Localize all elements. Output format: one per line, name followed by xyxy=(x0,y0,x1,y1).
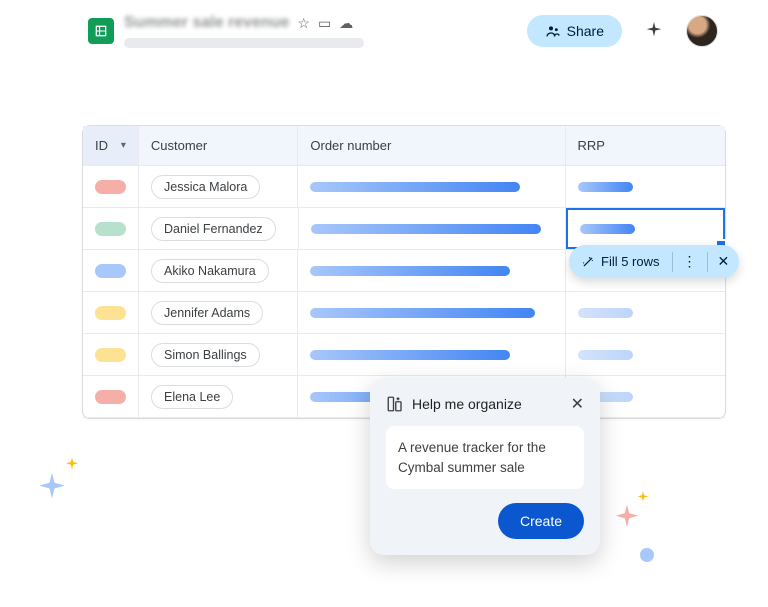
header-rrp[interactable]: RRP xyxy=(566,126,726,165)
cell-rrp[interactable] xyxy=(566,208,725,249)
header-row: ID ▾ Customer Order number RRP xyxy=(83,126,725,166)
table-row: Simon Ballings xyxy=(83,334,725,376)
customer-chip[interactable]: Daniel Fernandez xyxy=(151,217,276,241)
order-value-bar xyxy=(311,224,541,234)
id-pill xyxy=(95,348,126,362)
selected-cell[interactable] xyxy=(566,208,725,249)
decorative-sparkle-icon xyxy=(612,502,642,532)
title-area: Summer sale revenue ☆ ▭ ☁ xyxy=(124,14,517,48)
folder-icon[interactable]: ▭ xyxy=(318,15,331,32)
app-sheets-icon xyxy=(88,18,114,44)
top-bar: Summer sale revenue ☆ ▭ ☁ Share xyxy=(0,0,768,56)
cell-id[interactable] xyxy=(83,376,139,417)
filter-icon[interactable]: ▾ xyxy=(121,140,126,151)
people-icon xyxy=(545,23,561,39)
cell-rrp[interactable] xyxy=(566,292,725,333)
order-value-bar xyxy=(310,350,510,360)
table-row: Jennifer Adams xyxy=(83,292,725,334)
cell-customer[interactable]: Elena Lee xyxy=(139,376,298,417)
customer-chip[interactable]: Akiko Nakamura xyxy=(151,259,269,283)
id-pill xyxy=(95,180,126,194)
id-pill xyxy=(95,264,126,278)
document-title[interactable]: Summer sale revenue xyxy=(124,14,289,32)
cell-customer[interactable]: Akiko Nakamura xyxy=(139,250,298,291)
cell-rrp[interactable] xyxy=(566,166,725,207)
organize-icon xyxy=(386,395,404,413)
gemini-sparkle-icon[interactable] xyxy=(638,15,670,47)
cell-customer[interactable]: Jennifer Adams xyxy=(139,292,298,333)
id-pill xyxy=(95,306,126,320)
cell-id[interactable] xyxy=(83,292,139,333)
order-value-bar xyxy=(310,308,535,318)
fill-rows-label: Fill 5 rows xyxy=(601,254,660,269)
rrp-value-bar xyxy=(578,350,633,360)
cell-rrp[interactable] xyxy=(566,334,725,375)
id-pill xyxy=(95,222,126,236)
decorative-sparkle-icon xyxy=(64,456,80,472)
cloud-icon[interactable]: ☁ xyxy=(339,15,353,32)
cell-id[interactable] xyxy=(83,208,139,249)
cell-order[interactable] xyxy=(298,250,565,291)
cell-order[interactable] xyxy=(299,208,566,249)
rrp-value-bar xyxy=(578,308,633,318)
header-customer[interactable]: Customer xyxy=(139,126,299,165)
customer-chip[interactable]: Elena Lee xyxy=(151,385,233,409)
fill-close-button[interactable]: ✕ xyxy=(708,245,740,278)
share-label: Share xyxy=(567,23,604,39)
cell-id[interactable] xyxy=(83,166,139,207)
customer-chip[interactable]: Jessica Malora xyxy=(151,175,260,199)
fill-rows-button[interactable]: Fill 5 rows xyxy=(569,246,672,277)
menu-placeholder xyxy=(124,38,364,48)
table-row: Jessica Malora xyxy=(83,166,725,208)
help-organize-panel: Help me organize ✕ A revenue tracker for… xyxy=(370,378,600,555)
decorative-dot xyxy=(640,548,654,562)
cell-id[interactable] xyxy=(83,334,139,375)
header-id[interactable]: ID ▾ xyxy=(83,126,139,165)
share-button[interactable]: Share xyxy=(527,15,622,47)
decorative-sparkle-icon xyxy=(35,470,69,504)
id-pill xyxy=(95,390,126,404)
cell-customer[interactable]: Jessica Malora xyxy=(139,166,298,207)
order-value-bar xyxy=(310,266,510,276)
cell-order[interactable] xyxy=(298,334,565,375)
create-button[interactable]: Create xyxy=(498,503,584,539)
fill-more-button[interactable]: ⋮ xyxy=(673,245,707,278)
cell-id[interactable] xyxy=(83,250,139,291)
cell-order[interactable] xyxy=(298,166,565,207)
organize-prompt[interactable]: A revenue tracker for the Cymbal summer … xyxy=(386,426,584,489)
organize-title: Help me organize xyxy=(412,396,522,412)
customer-chip[interactable]: Simon Ballings xyxy=(151,343,260,367)
fill-rows-popup: Fill 5 rows ⋮ ✕ xyxy=(569,245,739,278)
decorative-sparkle-icon xyxy=(636,490,650,504)
cell-order[interactable] xyxy=(298,292,565,333)
close-button[interactable]: ✕ xyxy=(571,394,584,414)
cell-customer[interactable]: Daniel Fernandez xyxy=(139,208,299,249)
star-icon[interactable]: ☆ xyxy=(297,15,310,32)
cell-customer[interactable]: Simon Ballings xyxy=(139,334,298,375)
order-value-bar xyxy=(310,182,520,192)
magic-wand-icon xyxy=(581,255,595,269)
table-row: Daniel Fernandez xyxy=(83,208,725,250)
avatar[interactable] xyxy=(686,15,718,47)
customer-chip[interactable]: Jennifer Adams xyxy=(151,301,263,325)
header-id-label: ID xyxy=(95,138,108,153)
header-order[interactable]: Order number xyxy=(298,126,565,165)
rrp-value-bar xyxy=(578,182,633,192)
